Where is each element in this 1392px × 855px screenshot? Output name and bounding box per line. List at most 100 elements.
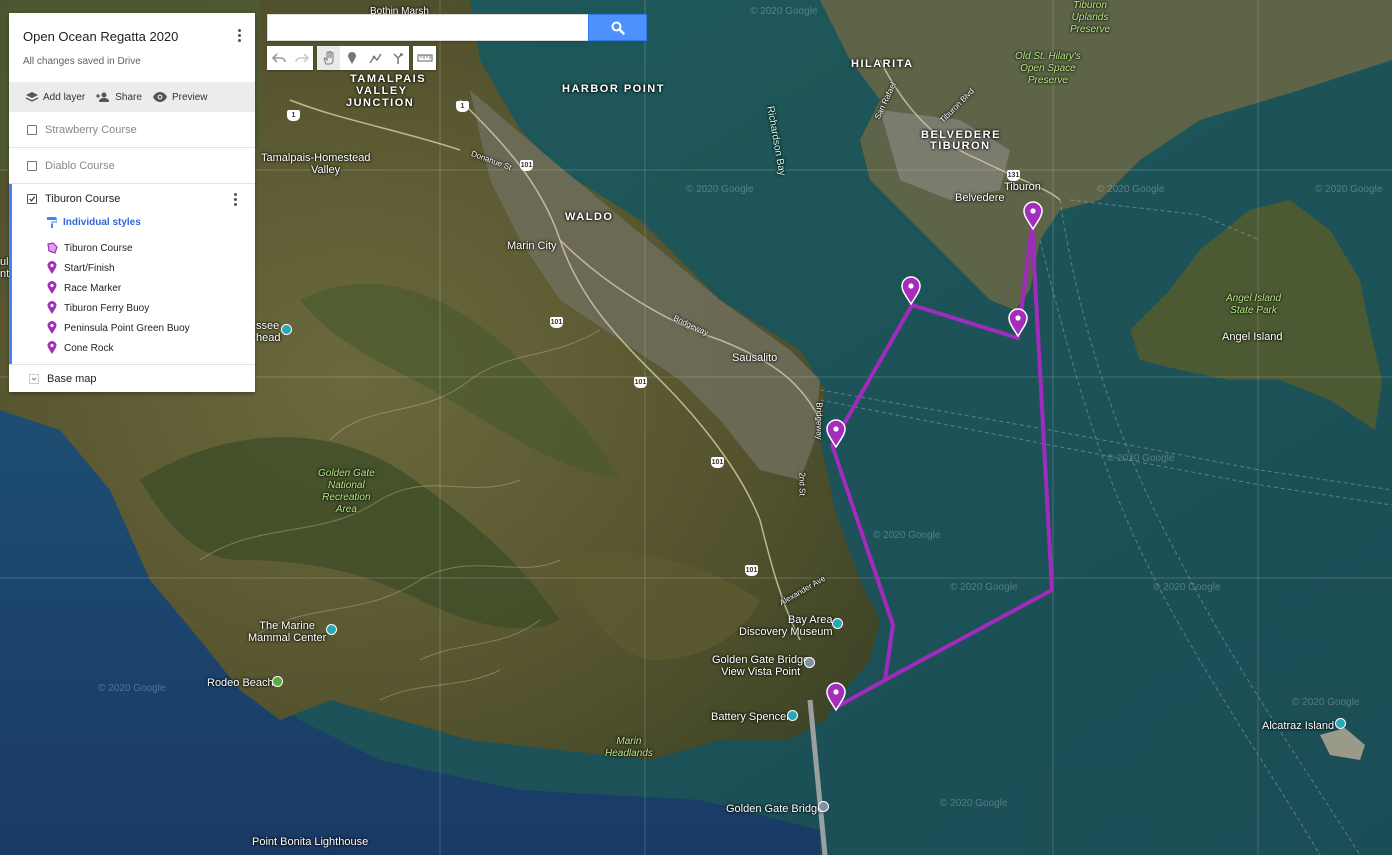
map-label-angel-island-sp: Angel Island State Park: [1226, 293, 1282, 316]
landmark-icon[interactable]: [1335, 718, 1346, 729]
map-watermark: © 2020 Google: [1292, 697, 1360, 708]
feature-tiburon-ferry-buoy[interactable]: Tiburon Ferry Buoy: [9, 298, 255, 318]
directions-icon: [392, 53, 403, 64]
checkmark-icon: [29, 196, 36, 202]
museum-icon[interactable]: [326, 624, 337, 635]
history-tools: [267, 46, 313, 70]
redo-button[interactable]: [290, 46, 313, 70]
measure-button[interactable]: [413, 46, 436, 70]
map-label-marine-mammal-center: The Marine Mammal Center: [248, 620, 327, 644]
map-label-golden-gate-bridge: Golden Gate Bridge: [726, 803, 824, 815]
highway-shield: 101: [634, 377, 647, 388]
layer-diablo-course[interactable]: Diablo Course: [9, 148, 255, 184]
layer-options-button[interactable]: [225, 189, 245, 209]
pin-icon: [47, 281, 57, 294]
map-label-battery-spencer: Battery Spencer: [711, 711, 790, 723]
ruler-icon: [416, 54, 433, 62]
feature-tiburon-course-line[interactable]: Tiburon Course: [9, 238, 255, 258]
edit-tools: [317, 46, 409, 70]
base-map-label: Base map: [47, 372, 97, 385]
map-options-button[interactable]: [229, 25, 249, 45]
bridge-icon[interactable]: [818, 801, 829, 812]
redo-icon: [294, 53, 309, 63]
search-button[interactable]: [588, 14, 647, 41]
more-dot-icon: [237, 38, 241, 42]
undo-button[interactable]: [267, 46, 290, 70]
individual-styles-link[interactable]: Individual styles: [9, 214, 255, 230]
layer-header[interactable]: Tiburon Course: [9, 184, 255, 214]
map-label-junction: JUNCTION: [346, 97, 415, 109]
map-label-valley: VALLEY: [356, 85, 408, 97]
map-label-tamalpais: TAMALPAIS: [350, 73, 427, 85]
add-marker-button[interactable]: [340, 46, 363, 70]
map-label-point-bonita: Point Bonita Lighthouse: [252, 836, 369, 848]
highway-shield: 101: [745, 565, 758, 576]
map-watermark: © 2020 Google: [873, 530, 941, 541]
map-watermark: © 2020 Google: [950, 582, 1018, 593]
search-icon: [611, 21, 625, 35]
map-label-harbor-point: HARBOR POINT: [562, 83, 665, 95]
museum-icon[interactable]: [832, 618, 843, 629]
map-label-partial-ssee: ssee head: [256, 320, 281, 344]
individual-styles-label: Individual styles: [63, 216, 141, 228]
layer-name: Tiburon Course: [45, 193, 121, 205]
feature-name: Tiburon Course: [64, 242, 133, 254]
save-status: All changes saved in Drive: [23, 56, 141, 67]
highway-shield: 1: [287, 110, 300, 121]
layer-name: Diablo Course: [45, 159, 115, 172]
feature-race-marker[interactable]: Race Marker: [9, 278, 255, 298]
map-label-old-st-hilarys: Old St. Hilary's Open Space Preserve: [1015, 51, 1081, 86]
share-label: Share: [115, 91, 142, 103]
landmark-icon[interactable]: [281, 324, 292, 335]
layer-checkbox[interactable]: [27, 194, 37, 204]
layer-checkbox[interactable]: [27, 160, 37, 171]
feature-start-finish[interactable]: Start/Finish: [9, 258, 255, 278]
hand-icon: [322, 51, 333, 65]
map-label-partial-left: ul nt: [0, 256, 10, 280]
feature-name: Start/Finish: [64, 262, 115, 274]
search-input[interactable]: [268, 15, 588, 40]
map-label-tiburon-caps: TIBURON: [930, 140, 991, 152]
share-button[interactable]: Share: [95, 91, 142, 103]
map-label-bay-area-discovery-museum: Bay Area Discovery Museum: [739, 614, 833, 638]
map-label-gg-vista-point: Golden Gate Bridge View Vista Point: [712, 654, 810, 678]
base-map-row[interactable]: Base map: [9, 365, 255, 392]
map-label-hilarita: HILARITA: [851, 58, 914, 70]
map-title[interactable]: Open Ocean Regatta 2020: [23, 29, 240, 44]
feature-peninsula-point-buoy[interactable]: Peninsula Point Green Buoy: [9, 318, 255, 338]
map-watermark: © 2020 Google: [98, 683, 166, 694]
add-layer-button[interactable]: Add layer: [25, 91, 85, 103]
layer-strawberry-course[interactable]: Strawberry Course: [9, 112, 255, 148]
paint-roller-icon: [47, 217, 57, 228]
beach-icon[interactable]: [272, 676, 283, 687]
preview-button[interactable]: Preview: [152, 91, 208, 103]
more-dot-icon: [233, 192, 237, 196]
layer-tiburon-course: Tiburon Course Individual styles Tiburon…: [9, 184, 255, 365]
map-watermark: © 2020 Google: [1153, 582, 1221, 593]
draw-line-button[interactable]: [363, 46, 386, 70]
feature-name: Tiburon Ferry Buoy: [64, 302, 150, 314]
map-label-sausalito: Sausalito: [732, 352, 778, 364]
hand-tool-button[interactable]: [317, 46, 340, 70]
highway-shield: 1: [456, 101, 469, 112]
feature-cone-rock[interactable]: Cone Rock: [9, 338, 255, 358]
more-dot-icon: [237, 28, 241, 32]
pin-icon: [47, 261, 57, 274]
layer-checkbox[interactable]: [27, 124, 37, 135]
map-toolbar: [267, 46, 440, 70]
measure-tools: [413, 46, 436, 70]
map-label-ggnra: Golden Gate National Recreation Area: [318, 468, 375, 515]
more-dot-icon: [233, 202, 237, 206]
directions-button[interactable]: [386, 46, 409, 70]
landmark-icon[interactable]: [787, 710, 798, 721]
map-watermark: © 2020 Google: [750, 6, 818, 17]
layers-icon: [25, 92, 39, 102]
pin-icon: [47, 341, 57, 354]
map-label-tiburon: Tiburon: [1004, 181, 1041, 193]
viewpoint-icon[interactable]: [804, 657, 815, 668]
feature-name: Race Marker: [64, 282, 122, 294]
undo-icon: [271, 53, 286, 63]
map-label-tiburon-uplands: Tiburon Uplands Preserve: [1070, 0, 1111, 35]
pin-icon: [47, 301, 57, 314]
layer-name: Strawberry Course: [45, 123, 137, 136]
